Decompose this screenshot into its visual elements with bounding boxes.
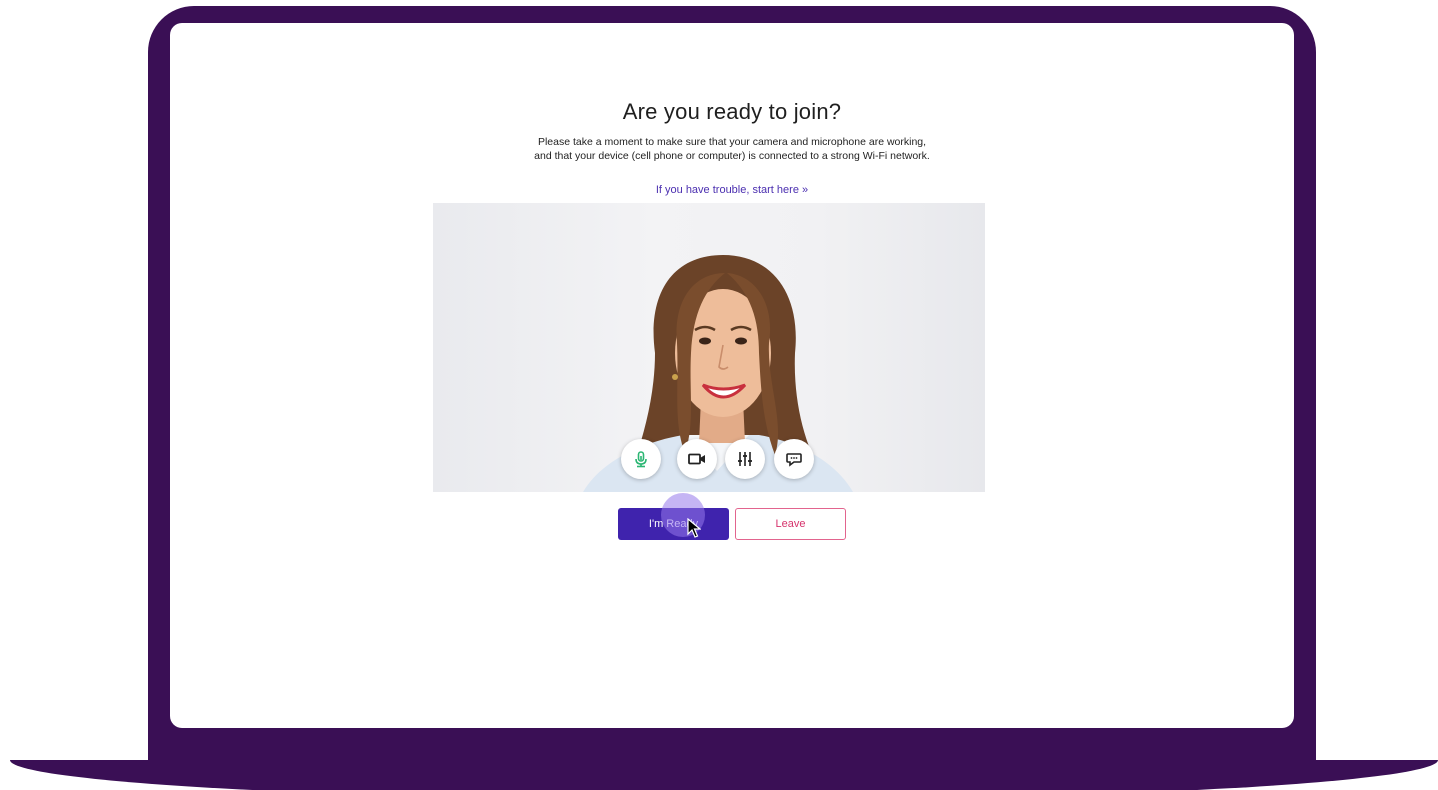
microphone-toggle-button[interactable]: [621, 439, 661, 479]
instructions-line-1: Please take a moment to make sure that y…: [537, 136, 927, 148]
chat-bubble-icon: [786, 453, 802, 467]
camera-preview: [433, 203, 985, 492]
video-camera-icon: [688, 453, 705, 465]
chat-button[interactable]: [774, 439, 814, 479]
settings-sliders-icon: [738, 452, 752, 466]
instructions-line-2: and that your device (cell phone or comp…: [534, 150, 930, 162]
microphone-icon: [635, 451, 647, 468]
media-controls: [433, 439, 985, 483]
troubleshooting-link[interactable]: If you have trouble, start here »: [170, 184, 1294, 196]
leave-button[interactable]: Leave: [735, 508, 846, 540]
join-actions: I'm Ready Leave: [618, 508, 848, 540]
settings-button[interactable]: [725, 439, 765, 479]
app-screen: Are you ready to join? Please take a mom…: [170, 23, 1294, 728]
stage: Are you ready to join? Please take a mom…: [0, 0, 1438, 790]
laptop-base: [10, 760, 1438, 790]
instructions-text: Please take a moment to make sure that y…: [432, 135, 1032, 163]
im-ready-button[interactable]: I'm Ready: [618, 508, 729, 540]
page-title: Are you ready to join?: [622, 99, 842, 124]
camera-toggle-button[interactable]: [677, 439, 717, 479]
